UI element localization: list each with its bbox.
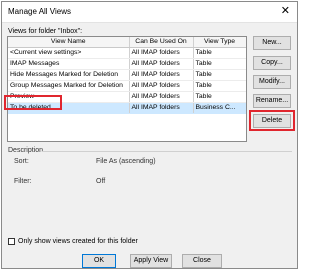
apply-view-button[interactable]: Apply View	[130, 254, 172, 268]
used-on-cell: All IMAP folders	[129, 102, 194, 114]
used-on-cell: All IMAP folders	[129, 80, 194, 92]
view-type-cell: Table	[193, 80, 246, 92]
close-icon[interactable]: ✕	[281, 4, 290, 17]
only-this-folder-checkbox[interactable]	[8, 238, 15, 245]
used-on-cell: All IMAP folders	[129, 69, 194, 81]
filter-label: Filter:	[14, 178, 32, 185]
view-name-cell: Hide Messages Marked for Deletion	[8, 69, 130, 81]
new-button[interactable]: New...	[253, 36, 291, 50]
description-header: Description	[8, 147, 44, 154]
filter-value: Off	[96, 178, 106, 185]
view-type-cell: Business C...	[193, 102, 246, 114]
view-name-cell: IMAP Messages	[8, 58, 130, 70]
rename-button[interactable]: Rename...	[253, 94, 291, 108]
copy-button[interactable]: Copy...	[253, 56, 291, 70]
views-table: View Name Can Be Used On View Type <Curr…	[7, 36, 247, 142]
view-type-cell: Table	[193, 69, 246, 81]
used-on-cell: All IMAP folders	[129, 91, 194, 103]
sort-value: File As (ascending)	[96, 158, 156, 165]
delete-button-highlight	[249, 110, 295, 131]
view-type-cell: Table	[193, 91, 246, 103]
sort-label: Sort:	[14, 158, 29, 165]
selected-view-highlight	[4, 95, 62, 110]
used-on-cell: All IMAP folders	[129, 58, 194, 70]
column-header-can-be-used-on[interactable]: Can Be Used On	[129, 37, 194, 48]
view-type-cell: Table	[193, 47, 246, 59]
dialog-title: Manage All Views	[8, 7, 71, 16]
table-row[interactable]: <Current view settings> All IMAP folders…	[8, 47, 246, 59]
manage-all-views-dialog: Manage All Views ✕ Views for folder "Inb…	[1, 1, 298, 269]
modify-button[interactable]: Modify...	[253, 75, 291, 89]
views-for-folder-label: Views for folder "Inbox":	[8, 28, 83, 35]
table-header-row: View Name Can Be Used On View Type	[8, 37, 246, 48]
used-on-cell: All IMAP folders	[129, 47, 194, 59]
table-row[interactable]: Group Messages Marked for Deletion All I…	[8, 80, 246, 92]
table-row[interactable]: IMAP Messages All IMAP folders Table	[8, 58, 246, 70]
view-name-cell: Group Messages Marked for Deletion	[8, 80, 130, 92]
description-divider	[42, 151, 292, 152]
table-row[interactable]: Hide Messages Marked for Deletion All IM…	[8, 69, 246, 81]
column-header-view-name[interactable]: View Name	[8, 37, 130, 48]
title-bar: Manage All Views ✕	[2, 2, 297, 23]
view-name-cell: <Current view settings>	[8, 47, 130, 59]
column-header-view-type[interactable]: View Type	[193, 37, 246, 48]
only-this-folder-label: Only show views created for this folder	[18, 238, 138, 245]
close-button[interactable]: Close	[182, 254, 222, 268]
ok-button[interactable]: OK	[82, 254, 116, 268]
view-type-cell: Table	[193, 58, 246, 70]
